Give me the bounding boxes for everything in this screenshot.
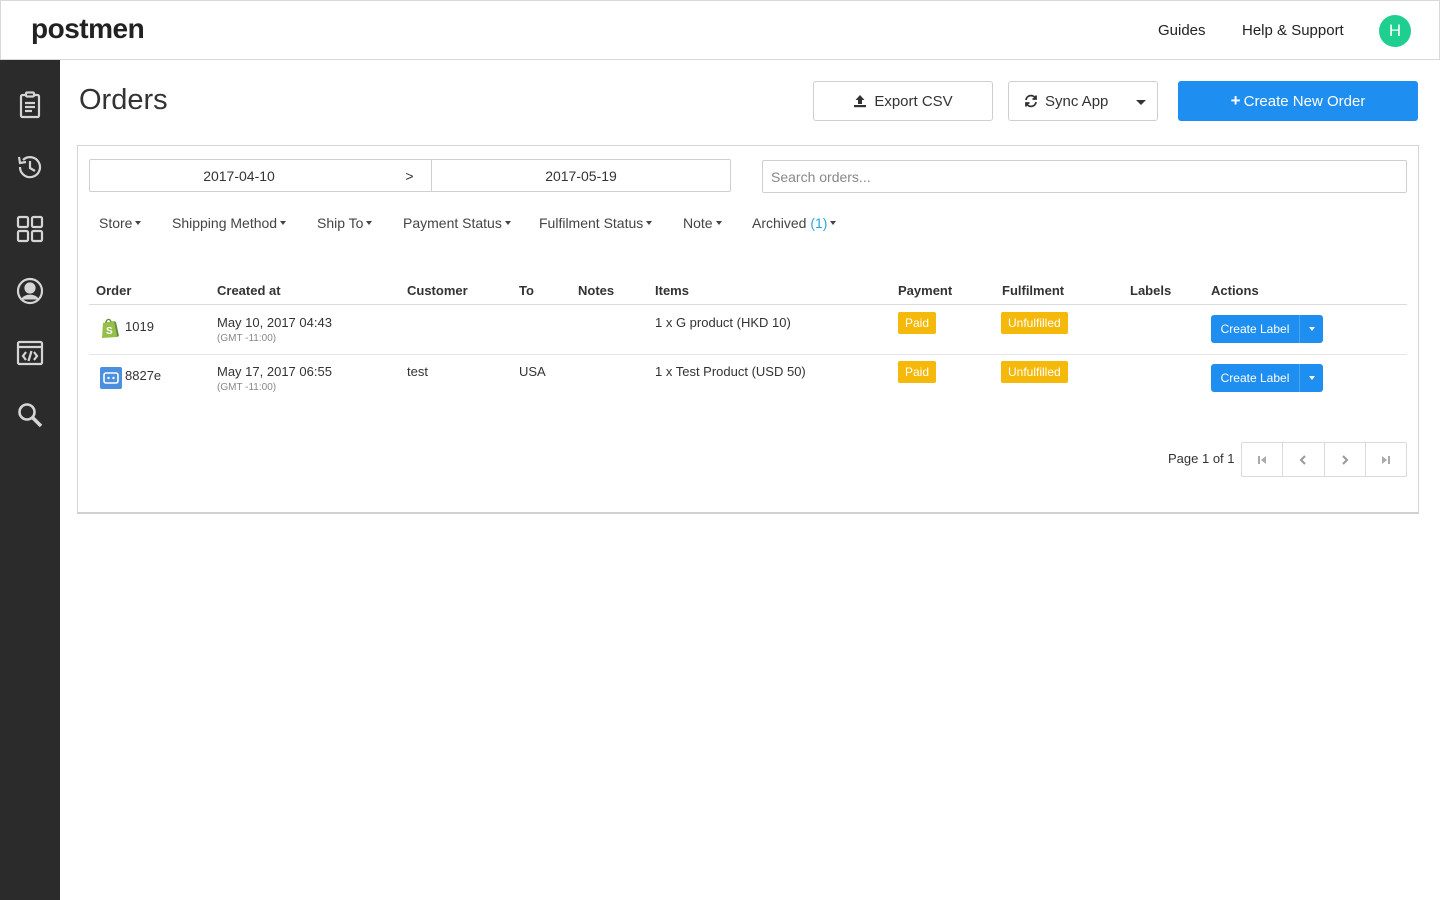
filter-store-label: Store <box>99 215 133 231</box>
create-label-button[interactable]: Create Label <box>1211 364 1323 392</box>
pagination-text: Page 1 of 1 <box>1168 451 1235 466</box>
next-page-button[interactable] <box>1325 443 1366 476</box>
sync-app-label: Sync App <box>1045 92 1109 110</box>
pagination <box>1241 442 1407 477</box>
col-header-actions: Actions <box>1211 283 1259 298</box>
filter-archived-label: Archived <box>752 215 807 231</box>
shopify-icon: S <box>100 317 120 344</box>
col-header-fulfilment: Fulfilment <box>1002 283 1065 298</box>
order-number[interactable]: 8827e <box>125 368 161 383</box>
col-header-labels: Labels <box>1130 283 1172 298</box>
filter-shipping-method[interactable]: Shipping Method <box>172 215 287 231</box>
chevron-right-icon <box>1341 454 1349 465</box>
create-label-dropdown[interactable] <box>1299 364 1323 392</box>
caret-down-icon <box>366 221 373 226</box>
prev-page-button[interactable] <box>1283 443 1325 476</box>
export-csv-label: Export CSV <box>874 92 953 110</box>
user-circle-icon[interactable] <box>14 275 46 307</box>
payment-status-badge: Paid <box>898 361 937 383</box>
clipboard-icon[interactable] <box>14 89 46 121</box>
date-to-input[interactable]: 2017-05-19 <box>431 159 731 192</box>
header-divider <box>89 304 1407 305</box>
filter-shipping-method-label: Shipping Method <box>172 215 278 231</box>
create-label-text: Create Label <box>1220 371 1290 385</box>
filter-ship-to[interactable]: Ship To <box>317 215 373 231</box>
code-window-icon[interactable] <box>14 337 46 369</box>
order-items: 1 x Test Product (USD 50) <box>655 364 806 379</box>
apps-grid-icon[interactable] <box>14 213 46 245</box>
sync-app-button[interactable]: Sync App <box>1008 81 1158 121</box>
postmen-logo[interactable]: postmen <box>31 13 145 45</box>
sync-icon <box>1025 94 1037 108</box>
col-header-to: To <box>519 283 534 298</box>
order-timezone: (GMT -11:00) <box>217 382 277 393</box>
order-timezone: (GMT -11:00) <box>217 333 277 344</box>
order-created: May 17, 2017 06:55 <box>217 364 332 379</box>
create-new-order-button[interactable]: + Create New Order <box>1178 81 1418 121</box>
search-icon[interactable] <box>14 399 46 431</box>
create-label-dropdown[interactable] <box>1299 315 1323 343</box>
fulfilment-status-badge: Unfulfilled <box>1001 361 1068 383</box>
create-new-order-label: Create New Order <box>1243 92 1366 110</box>
col-header-created-at[interactable]: Created at <box>217 283 281 298</box>
filter-fulfilment-status[interactable]: Fulfilment Status <box>539 215 653 231</box>
fulfilment-status-badge: Unfulfilled <box>1001 312 1068 334</box>
user-avatar[interactable]: H <box>1379 15 1411 47</box>
page-title: Orders <box>79 84 168 116</box>
caret-down-icon <box>1308 327 1315 331</box>
last-page-button[interactable] <box>1366 443 1406 476</box>
date-from-input[interactable]: 2017-04-10 <box>89 159 389 192</box>
order-number[interactable]: 1019 <box>125 319 154 334</box>
date-range-separator: > <box>388 159 432 192</box>
caret-down-icon <box>280 221 287 226</box>
order-created: May 10, 2017 04:43 <box>217 315 332 330</box>
filter-note[interactable]: Note <box>683 215 722 231</box>
chevron-left-icon <box>1299 454 1307 465</box>
caret-down-icon <box>1308 376 1315 380</box>
order-items: 1 x G product (HKD 10) <box>655 315 791 330</box>
first-page-button[interactable] <box>1242 443 1284 476</box>
last-page-icon <box>1381 455 1390 464</box>
caret-down-icon <box>646 221 653 226</box>
payment-status-badge: Paid <box>898 312 937 334</box>
sync-dropdown-icon[interactable] <box>1136 100 1146 105</box>
filter-archived[interactable]: Archived (1) <box>752 215 837 231</box>
archived-count: (1) <box>810 215 828 231</box>
caret-down-icon <box>715 221 722 226</box>
col-header-payment: Payment <box>898 283 953 298</box>
filter-ship-to-label: Ship To <box>317 215 364 231</box>
top-bar: postmen Guides Help & Support H <box>0 0 1440 60</box>
row-divider <box>89 354 1407 355</box>
export-csv-button[interactable]: Export CSV <box>813 81 993 121</box>
svg-text:S: S <box>106 326 113 337</box>
filter-store[interactable]: Store <box>99 215 142 231</box>
upload-icon <box>854 95 867 108</box>
api-bot-icon <box>100 367 122 394</box>
col-header-order[interactable]: Order <box>96 283 131 298</box>
sidebar <box>0 60 60 900</box>
help-support-link[interactable]: Help & Support <box>1242 22 1344 39</box>
create-label-button[interactable]: Create Label <box>1211 315 1323 343</box>
caret-down-icon <box>504 221 511 226</box>
first-page-icon <box>1258 455 1267 464</box>
search-orders-input[interactable] <box>762 160 1407 193</box>
plus-icon: + <box>1230 91 1241 110</box>
history-icon[interactable] <box>14 151 46 183</box>
col-header-customer: Customer <box>407 283 468 298</box>
create-label-text: Create Label <box>1220 322 1290 336</box>
col-header-notes: Notes <box>578 283 615 298</box>
caret-down-icon <box>830 221 837 226</box>
filter-payment-status-label: Payment Status <box>403 215 502 231</box>
caret-down-icon <box>135 221 142 226</box>
order-customer: test <box>407 364 428 379</box>
orders-panel: 2017-04-10 > 2017-05-19 Store Shipping M… <box>77 145 1419 514</box>
filter-payment-status[interactable]: Payment Status <box>403 215 511 231</box>
filter-fulfilment-status-label: Fulfilment Status <box>539 215 644 231</box>
filter-note-label: Note <box>683 215 713 231</box>
order-destination: USA <box>519 364 546 379</box>
guides-link[interactable]: Guides <box>1158 22 1206 39</box>
col-header-items: Items <box>655 283 689 298</box>
